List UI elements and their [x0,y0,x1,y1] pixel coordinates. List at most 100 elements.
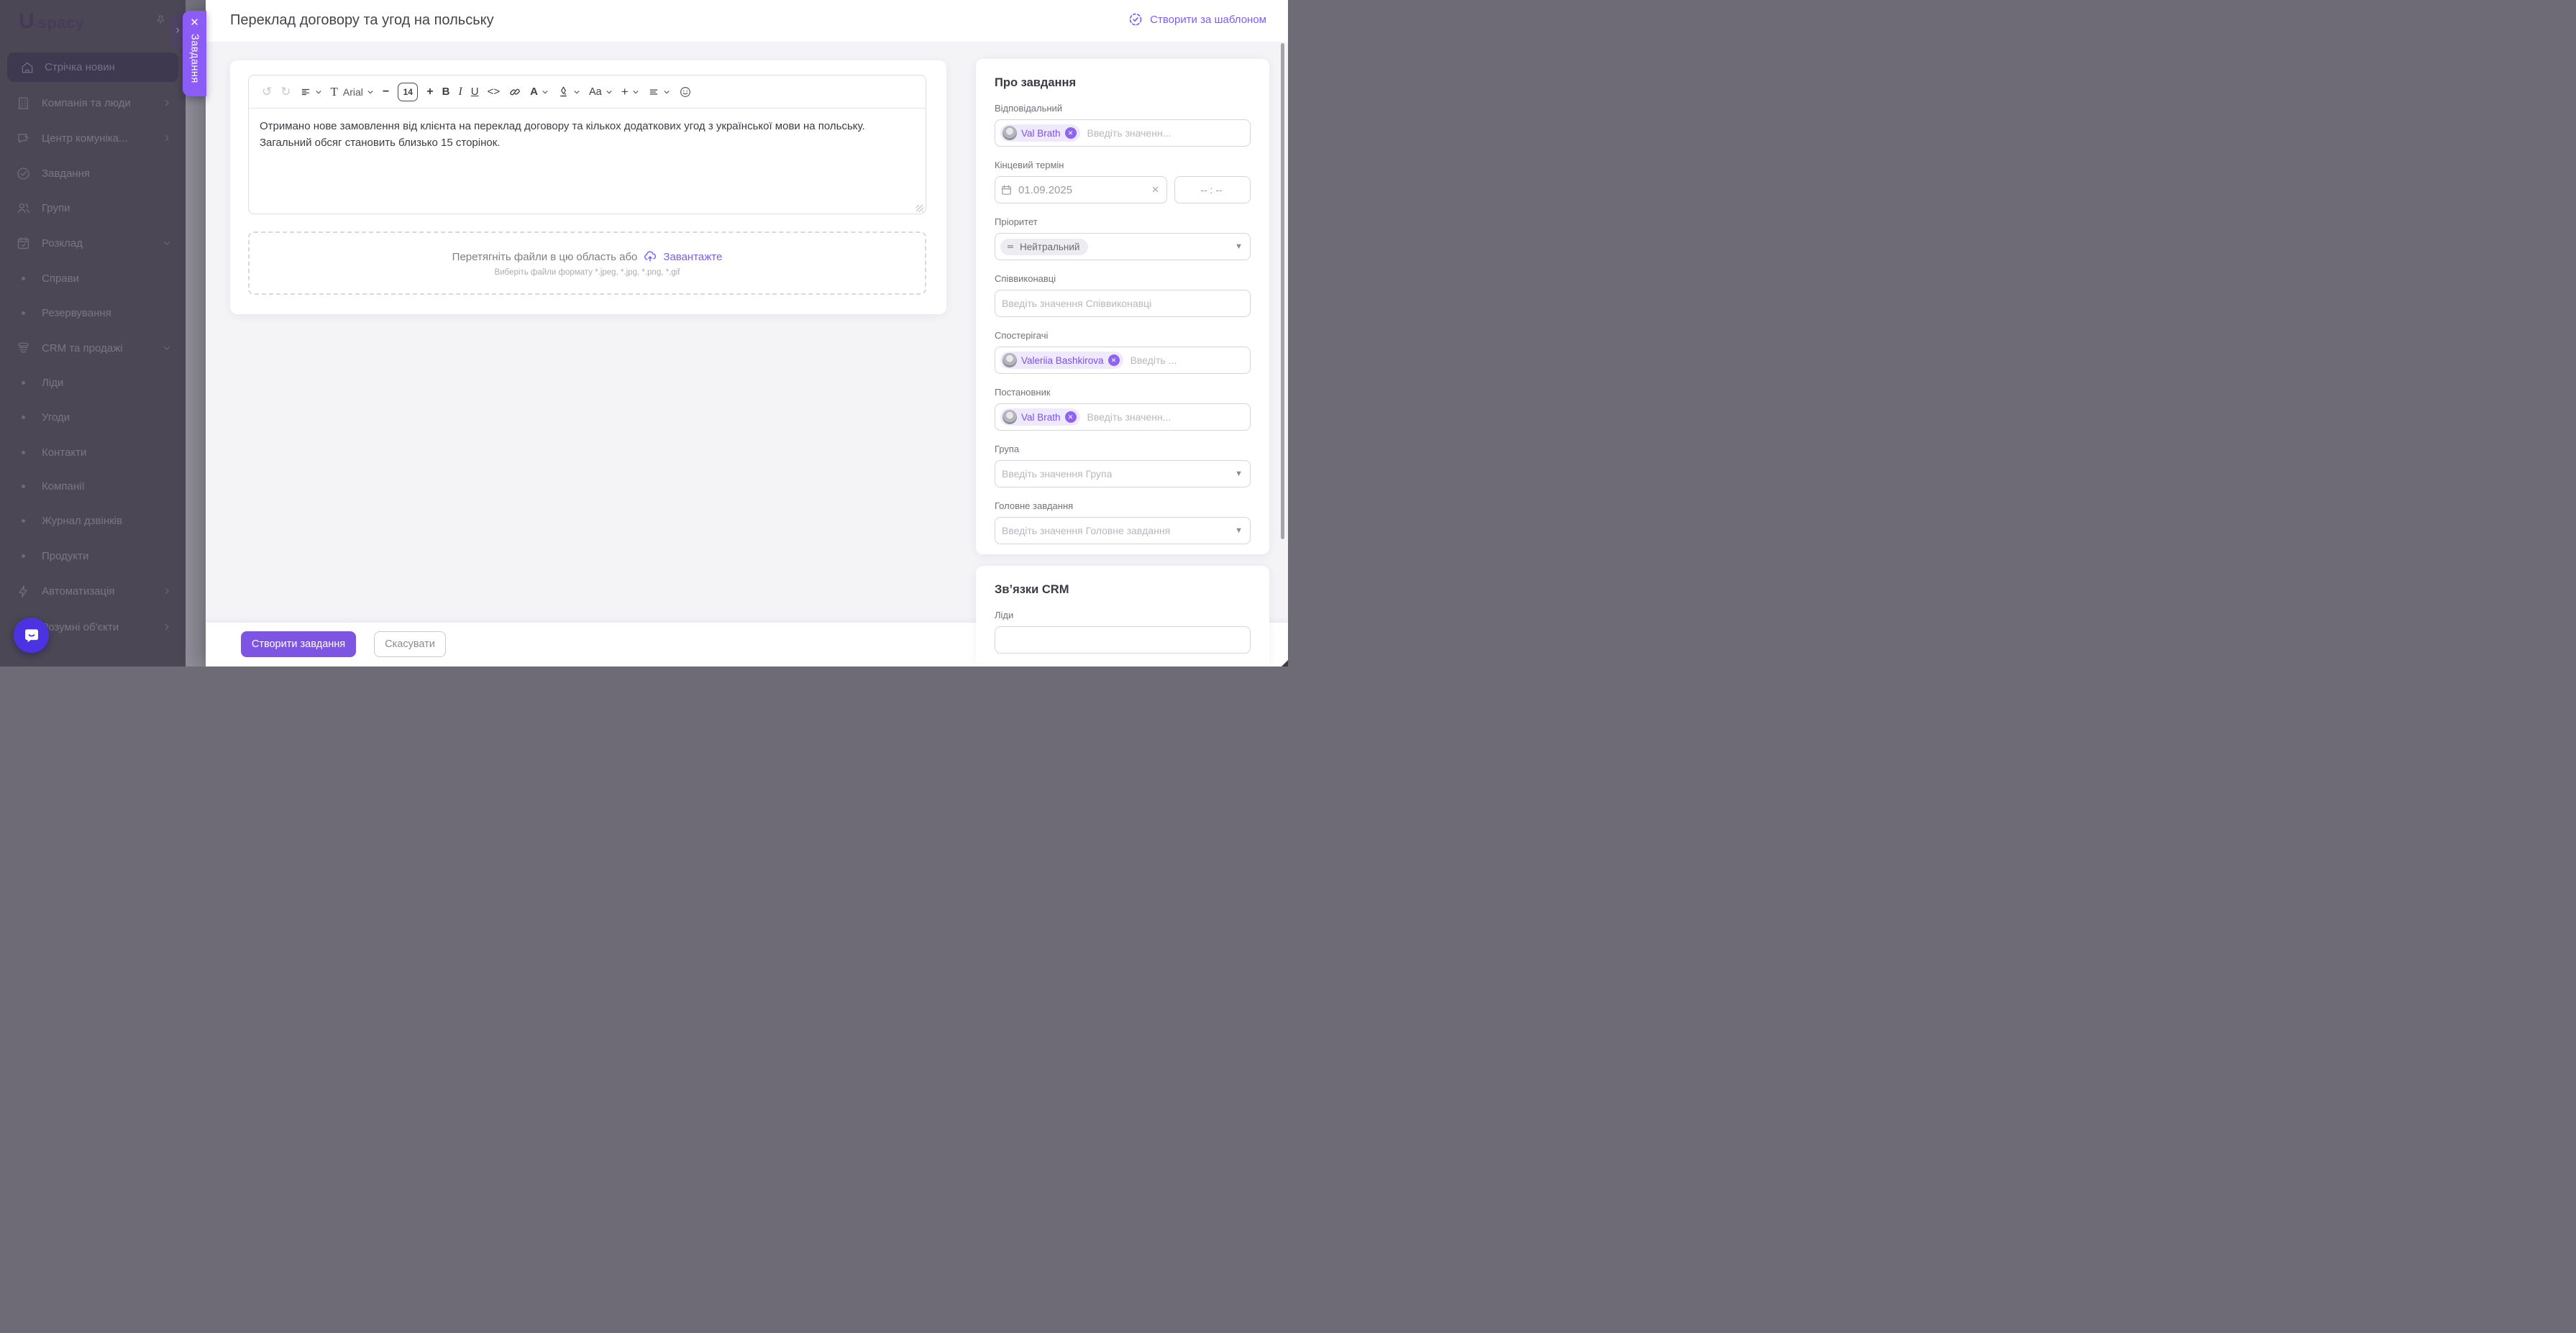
link-button[interactable] [508,86,521,99]
people-icon [14,199,32,216]
page-title: Переклад договору та угод на польську [230,12,494,28]
sidebar-item-crm[interactable]: CRM та продажі [0,332,186,364]
group-input[interactable] [1000,467,1230,480]
description-line-1: Отримано нове замовлення від клієнта на … [260,120,865,132]
align-button[interactable] [300,87,322,97]
dropdown-arrow-icon[interactable]: ▼ [1235,469,1243,478]
bullet-icon [22,518,25,523]
underline-button[interactable]: U [471,86,479,98]
logo-dot: • [33,19,37,30]
leads-field[interactable] [995,626,1251,654]
window-resize-handle[interactable] [1282,660,1288,666]
font-color-button[interactable]: A [530,86,549,98]
sidebar-item-cases[interactable]: Справи [0,262,186,294]
remove-chip-icon[interactable]: ✕ [1064,411,1077,423]
sidebar-item-tasks[interactable]: Завдання [0,157,186,189]
logo-letter: U [19,9,35,33]
chat-fab-button[interactable] [14,618,49,653]
responsible-input[interactable] [1085,127,1243,139]
list-button[interactable] [648,87,670,97]
sidebar-item-groups[interactable]: Групи [0,192,186,224]
font-size-increase-button[interactable]: + [426,86,433,99]
insert-button[interactable]: + [621,85,639,99]
remove-chip-icon[interactable]: ✕ [1064,127,1077,139]
sidebar-item-label: Компанія та люди [42,96,131,109]
sidebar-item-label: Центр комуніка... [42,132,128,145]
code-button[interactable]: <> [488,86,501,98]
highlight-button[interactable] [557,86,580,98]
remove-chip-icon[interactable]: ✕ [1107,354,1120,366]
bullet-icon [22,484,25,488]
group-label: Група [995,444,1020,454]
font-size-value[interactable]: 14 [398,82,419,101]
about-task-card: Про завдання Відповідальний Val Brath ✕ … [976,59,1269,554]
sidebar-item-company[interactable]: Компанія та люди [0,87,186,119]
coexecutors-input[interactable] [1000,297,1243,310]
author-label: Постановник [995,387,1051,398]
main-task-label: Головне завдання [995,500,1074,511]
calendar-icon [1002,185,1011,195]
sidebar-item-automation[interactable]: Автоматизація [0,575,186,607]
description-textarea[interactable]: Отримано нове замовлення від клієнта на … [249,109,926,214]
align-left-icon [301,88,309,95]
main-task-input[interactable] [1000,524,1230,537]
description-line-2: Загальний обсяг становить близько 15 сто… [260,137,501,149]
font-family-button[interactable]: T Arial [331,85,374,99]
uspacy-logo[interactable]: U • spacy [19,9,84,34]
task-description-card: ↺ ↻ T Arial − 14 + B I U <> A Aa + Отрим… [230,60,946,314]
text-case-button[interactable]: Aa [589,86,613,98]
bullet-icon [22,554,25,558]
responsible-field[interactable]: Val Brath ✕ [995,119,1251,147]
sidebar-item-label: Завдання [42,167,90,180]
sidebar-item-label: Контакти [42,446,87,459]
sidebar-item-comm-center[interactable]: Центр комуніка... [0,122,186,154]
create-from-template-button[interactable]: Створити за шаблоном [1128,12,1266,27]
font-size-decrease-button[interactable]: − [383,86,389,99]
sidebar-item-call-log[interactable]: Журнал дзвінків [0,505,186,536]
editor-toolbar: ↺ ↻ T Arial − 14 + B I U <> A Aa + [249,75,926,109]
deadline-time-field[interactable]: -- : -- [1174,176,1251,203]
italic-button[interactable]: I [458,86,462,99]
sidebar-item-deals[interactable]: Угоди [0,401,186,433]
clear-date-icon[interactable]: ✕ [1151,184,1159,196]
bold-button[interactable]: B [442,86,450,98]
sidebar-item-reservations[interactable]: Резервування [0,297,186,329]
sidebar-item-companies[interactable]: Компанії [0,470,186,502]
drawer-tab-label: Завдання [188,34,201,83]
chevron-right-icon [175,27,179,32]
pin-icon[interactable] [155,14,167,27]
observers-field[interactable]: Valeriia Bashkirova ✕ [995,347,1251,374]
cancel-button[interactable]: Скасувати [374,631,446,657]
undo-icon[interactable]: ↺ [262,85,272,99]
main-task-select[interactable]: ▼ [995,517,1251,544]
file-dropzone[interactable]: Перетягніть файли в цю область або Заван… [248,232,926,295]
observers-input[interactable] [1128,354,1243,367]
avatar [1002,410,1017,424]
dropdown-arrow-icon[interactable]: ▼ [1235,242,1243,251]
redo-icon[interactable]: ↻ [280,85,291,99]
deadline-date-field[interactable]: 01.09.2025 ✕ [995,176,1167,203]
calendar-check-icon [14,234,32,252]
sidebar-item-products[interactable]: Продукти [0,540,186,572]
close-icon[interactable]: ✕ [190,17,199,28]
author-field[interactable]: Val Brath ✕ [995,403,1251,431]
task-drawer-tab[interactable]: ✕ Завдання [183,11,206,96]
collapsed-drawer-tab[interactable] [171,12,183,47]
check-circle-icon [14,165,32,182]
create-task-button[interactable]: Створити завдання [241,631,356,657]
coexecutors-field[interactable] [995,290,1251,317]
dropdown-arrow-icon[interactable]: ▼ [1235,526,1243,535]
vertical-scrollbar[interactable] [1281,43,1284,539]
author-input[interactable] [1085,411,1243,423]
sidebar-item-schedule[interactable]: Розклад [0,227,186,259]
sidebar-item-leads[interactable]: Ліди [0,367,186,398]
emoji-button[interactable] [679,86,692,99]
textarea-resize-handle[interactable] [916,205,923,212]
priority-select[interactable]: Нейтральний ▼ [995,233,1251,260]
sidebar-item-contacts[interactable]: Контакти [0,436,186,468]
leads-input[interactable] [1000,633,1243,646]
sidebar-item-newsfeed[interactable]: Стрічка новин [7,52,178,82]
group-select[interactable]: ▼ [995,460,1251,487]
modal-header: Переклад договору та угод на польську Ст… [206,0,1288,42]
upload-link[interactable]: Завантажте [663,251,722,263]
